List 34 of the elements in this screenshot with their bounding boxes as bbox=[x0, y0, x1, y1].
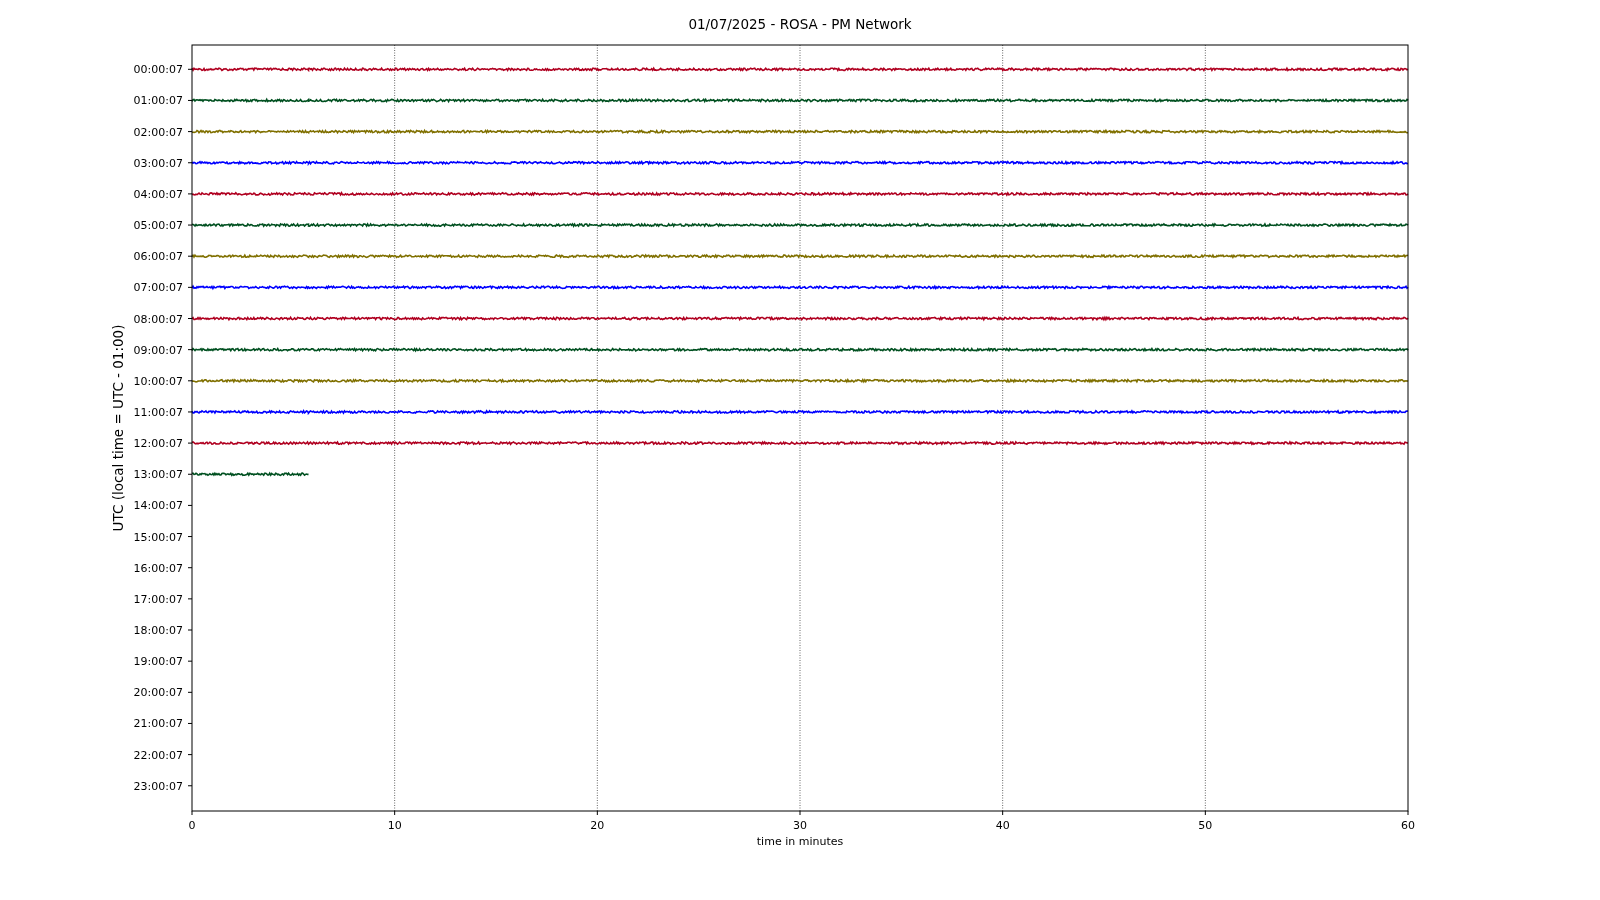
y-tick-label: 03:00:07 bbox=[133, 156, 183, 170]
x-tick-label: 0 bbox=[188, 819, 196, 832]
y-tick-label: 09:00:07 bbox=[133, 343, 183, 357]
y-tick-label: 10:00:07 bbox=[133, 374, 183, 388]
y-tick-label: 20:00:07 bbox=[133, 686, 183, 700]
y-tick-label: 05:00:07 bbox=[133, 219, 183, 233]
y-tick-label: 17:00:07 bbox=[133, 592, 183, 606]
x-tick-label: 10 bbox=[387, 819, 402, 832]
y-tick-label: 11:00:07 bbox=[133, 405, 183, 419]
y-tick-label: 00:00:07 bbox=[133, 63, 183, 77]
x-tick-label: 30 bbox=[793, 819, 807, 832]
y-tick-label: 18:00:07 bbox=[133, 624, 183, 637]
y-tick-label: 02:00:07 bbox=[133, 125, 183, 139]
x-tick-label: 60 bbox=[1401, 819, 1415, 832]
y-tick-label: 06:00:07 bbox=[133, 250, 183, 264]
y-tick-label: 15:00:07 bbox=[133, 530, 183, 544]
y-tick-label: 21:00:07 bbox=[133, 717, 183, 731]
y-tick-label: 16:00:07 bbox=[133, 561, 183, 575]
y-tick-label: 12:00:07 bbox=[133, 437, 183, 451]
x-tick-label: 40 bbox=[995, 819, 1010, 832]
y-tick-label: 23:00:07 bbox=[133, 779, 183, 793]
x-tick-label: 20 bbox=[590, 819, 605, 832]
y-tick-label: 07:00:07 bbox=[133, 281, 183, 295]
y-tick-label: 04:00:07 bbox=[133, 187, 183, 201]
y-tick-label: 08:00:07 bbox=[133, 312, 183, 326]
x-tick-label: 50 bbox=[1198, 819, 1213, 832]
x-axis-label: time in minutes bbox=[756, 835, 844, 848]
chart-title: 01/07/2025 - ROSA - PM Network bbox=[688, 16, 912, 32]
y-tick-label: 13:00:07 bbox=[133, 468, 183, 482]
y-tick-label: 22:00:07 bbox=[133, 748, 183, 762]
y-tick-label: 14:00:07 bbox=[133, 499, 183, 513]
y-tick-label: 01:00:07 bbox=[133, 94, 183, 108]
y-tick-label: 19:00:07 bbox=[133, 655, 183, 669]
y-axis-label: UTC (local time = UTC - 01:00) bbox=[110, 324, 126, 532]
